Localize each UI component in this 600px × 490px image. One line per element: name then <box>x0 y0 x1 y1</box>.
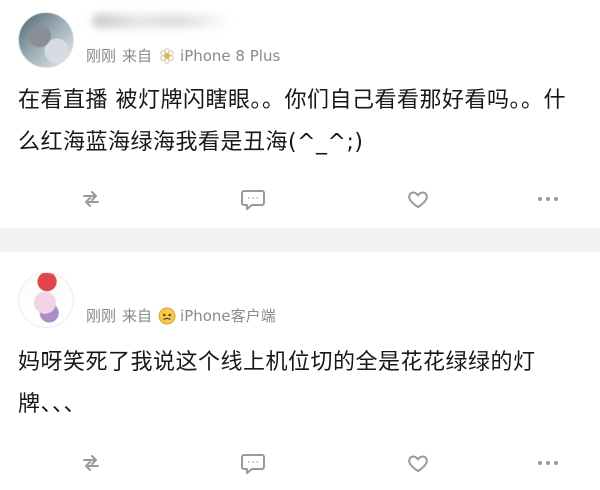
more-icon <box>536 195 560 203</box>
post-header: 刚刚 来自 iPhone 8 Plus <box>18 12 582 72</box>
post-header: 刚刚 来自 iPhone客户端 <box>18 272 582 332</box>
post-actions <box>0 446 600 480</box>
post-content: 妈呀笑死了我说这个线上机位切的全是花花绿绿的灯牌、、、 <box>18 350 536 417</box>
sad-face-icon <box>158 307 176 325</box>
post-from-label: 来自 <box>122 47 153 65</box>
post-meta: 刚刚 来自 iPhone客户端 <box>86 304 276 328</box>
post-source-label: iPhone 8 Plus <box>180 47 281 65</box>
avatar[interactable] <box>18 272 74 328</box>
post-card: 刚刚 来自 iPhone客户端 妈呀笑死了我说这个线上机位切的全是花花绿绿的灯牌… <box>0 252 600 490</box>
post-time: 刚刚 <box>86 47 117 65</box>
more-icon <box>536 459 560 467</box>
comment-button[interactable] <box>236 182 270 216</box>
flower-icon <box>158 47 176 65</box>
repost-icon <box>79 451 103 475</box>
like-icon <box>406 452 430 474</box>
post-source[interactable]: iPhone 8 Plus <box>158 44 280 68</box>
post-actions <box>0 182 600 216</box>
comment-icon <box>239 187 267 211</box>
post-source[interactable]: iPhone客户端 <box>158 304 276 328</box>
post-from-label: 来自 <box>122 307 153 325</box>
post-time: 刚刚 <box>86 307 117 325</box>
comment-icon <box>239 451 267 475</box>
avatar[interactable] <box>18 12 74 68</box>
post-card: 刚刚 来自 iPhone 8 Plus 在看直播 被灯牌闪瞎眼。。你们自己看看那… <box>0 0 600 228</box>
feed: 刚刚 来自 iPhone 8 Plus 在看直播 被灯牌闪瞎眼。。你们自己看看那… <box>0 0 600 490</box>
comment-button[interactable] <box>236 446 270 480</box>
like-button[interactable] <box>401 182 435 216</box>
like-button[interactable] <box>401 446 435 480</box>
post-content: 在看直播 被灯牌闪瞎眼。。你们自己看看那好看吗。。什么红海蓝海绿海我看是丑海(^… <box>18 88 566 155</box>
repost-icon <box>79 187 103 211</box>
more-button[interactable] <box>531 446 565 480</box>
like-icon <box>406 188 430 210</box>
repost-button[interactable] <box>74 182 108 216</box>
post-source-label: iPhone客户端 <box>180 307 276 325</box>
user-name-blurred[interactable] <box>92 14 232 28</box>
repost-button[interactable] <box>74 446 108 480</box>
post-meta: 刚刚 来自 iPhone 8 Plus <box>86 44 280 68</box>
more-button[interactable] <box>531 182 565 216</box>
